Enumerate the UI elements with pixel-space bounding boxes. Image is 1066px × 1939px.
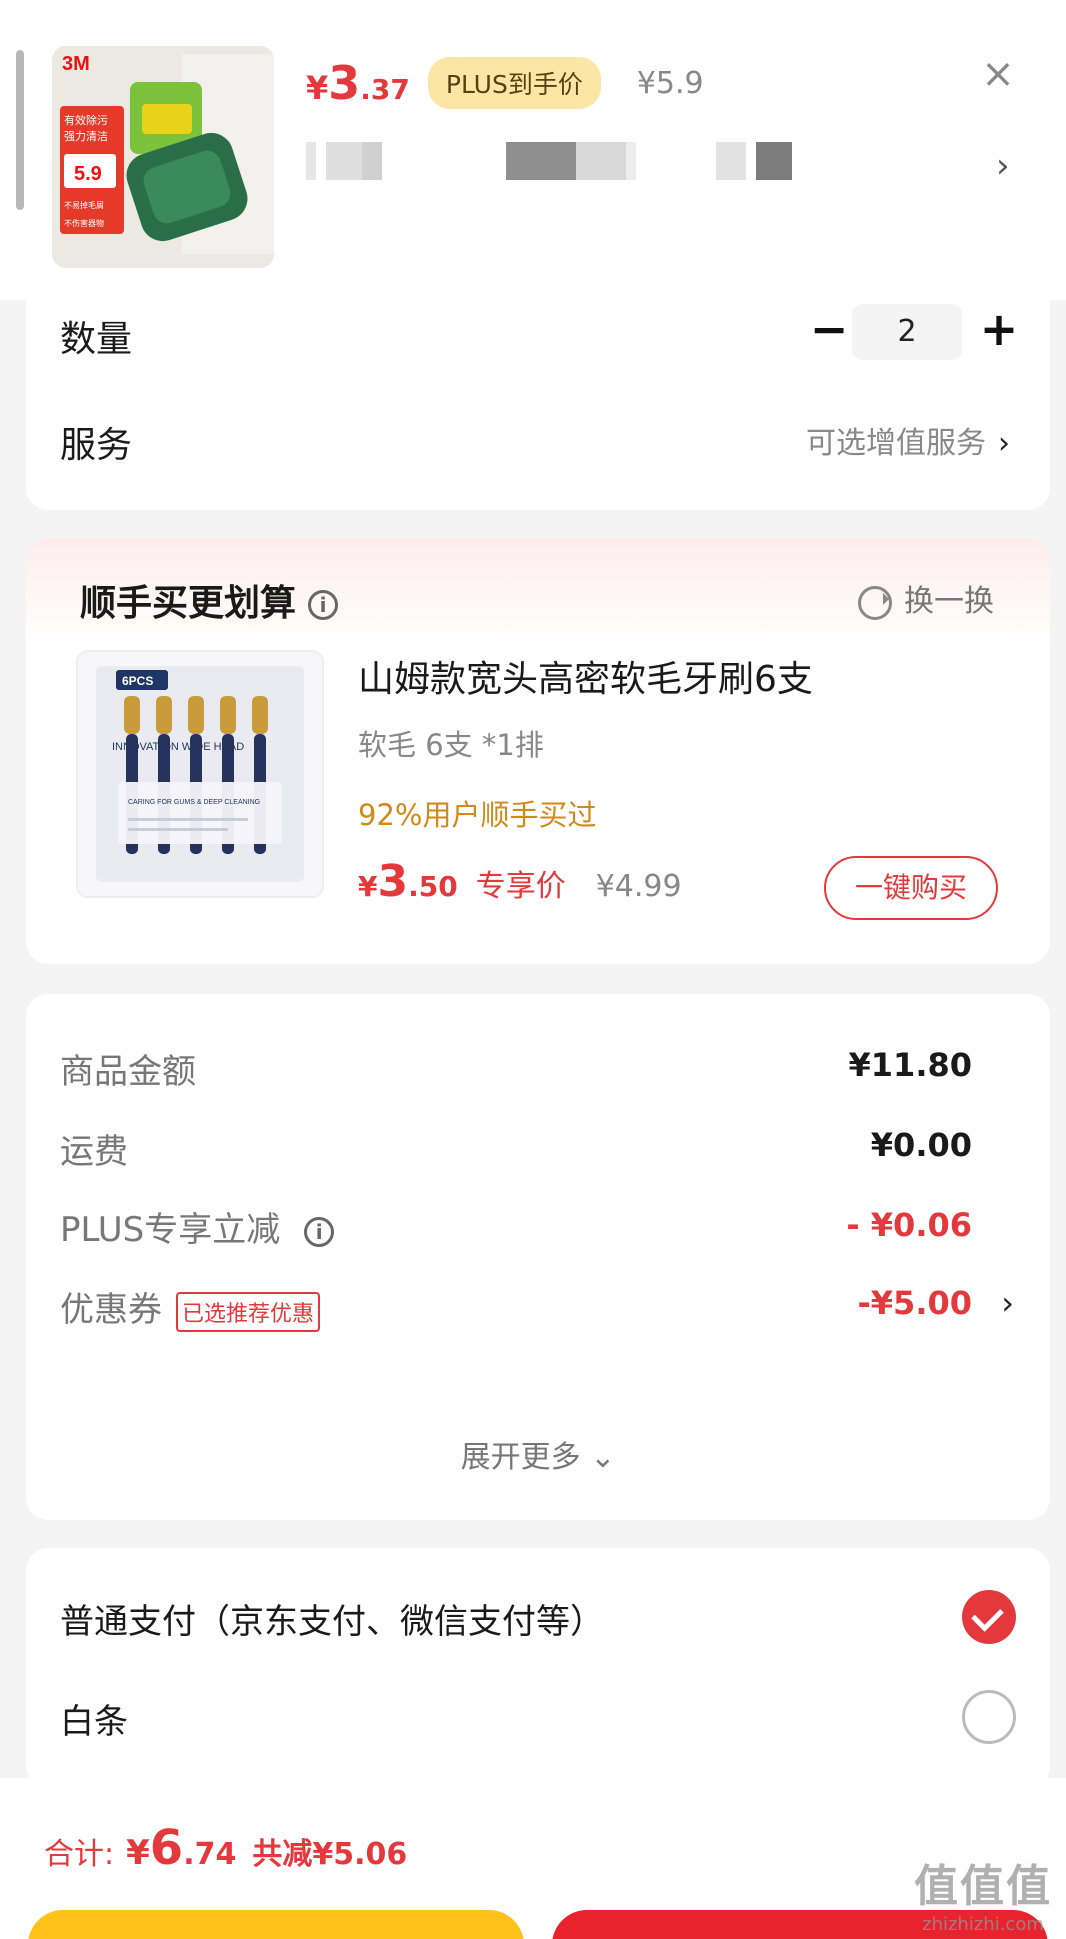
shipping-value: ¥0.00 [870,1126,972,1164]
payment-method-card: 普通支付（京东支付、微信支付等） 白条 [26,1548,1050,1788]
total-saved: 共减¥5.06 [252,1837,408,1872]
expand-more-button[interactable]: 展开更多 ⌄ [26,1432,1050,1476]
selected-spec-blurred[interactable] [306,142,846,184]
feature-1: 不易掉毛屑 [64,200,104,210]
chevron-right-icon: › [998,426,1010,461]
price-decimal: .50 [408,870,458,903]
scroll-indicator[interactable] [16,50,24,210]
exclusive-price-label: 专享价 [475,869,566,904]
quantity-minus-button[interactable]: − [802,302,856,356]
shipping-label: 运费 [60,1132,128,1172]
subtotal-value: ¥11.80 [848,1046,972,1084]
bundle-title: 顺手买更划算 i [80,574,339,626]
coupon-value[interactable]: -¥5.00 [858,1284,973,1322]
header-price: ¥ 3 .37 PLUS到手价 ¥5.9 [306,56,704,110]
toothbrush-thumbnail[interactable]: 6PCS INNOVATION WIDE HEAD CARING FOR GUM… [76,650,324,898]
radio-checked-icon[interactable] [962,1590,1016,1644]
price-symbol: ¥ [358,870,378,903]
pack-band-text: INNOVATION WIDE HEAD [112,741,244,753]
price-integer: 3 [377,856,409,907]
original-price: ¥4.99 [595,869,682,904]
radio-unchecked-icon[interactable] [962,1690,1016,1744]
coupon-text: 优惠券 [60,1290,162,1330]
product-image: 3M 有效除污 强力清洁 5.9 不易掉毛屑 不伤害器物 [52,46,274,268]
checkout-bar: 合计: ¥ 6 .74 共减¥5.06 值值值 zhizhizhi.com [0,1778,1066,1939]
bundle-item-popularity: 92%用户顺手买过 [358,798,597,832]
refresh-label: 换一换 [904,584,994,619]
service-label: 服务 [60,425,133,466]
original-price: ¥5.9 [636,65,704,101]
feature-2: 不伤害器物 [64,218,104,228]
bundle-title-text: 顺手买更划算 [80,583,297,624]
refresh-icon [858,585,892,620]
refresh-button[interactable]: 换一换 [858,576,994,620]
bundle-deal-card: 顺手买更划算 i 换一换 6PCS INNOVATION WIDE HEAD C… [26,538,1050,964]
price-summary-card: 商品金额 ¥11.80 运费 ¥0.00 PLUS专享立减 i - ¥0.06 优… [26,994,1050,1520]
brand-logo: 3M [62,53,90,75]
promo-line-1: 有效除污 [64,113,108,127]
quantity-input[interactable]: 2 [852,304,962,360]
watermark-logo: 值值值 [914,1861,1052,1912]
payment-option-baitiao[interactable]: 白条 [60,1694,128,1743]
order-total: 合计: ¥ 6 .74 共减¥5.06 [44,1820,407,1876]
pack-card-text: CARING FOR GUMS & DEEP CLEANING [128,799,260,806]
quantity-label: 数量 [60,319,133,360]
total-symbol: ¥ [126,1833,150,1873]
product-header: 3M 有效除污 强力清洁 5.9 不易掉毛屑 不伤害器物 ¥ 3 .37 PLU… [0,0,1066,300]
bundle-item-spec: 软毛 6支 *1排 [358,728,544,762]
coupon-label[interactable]: 优惠券 已选推荐优惠 [60,1282,321,1332]
plus-discount-label: PLUS专享立减 i [60,1202,335,1251]
service-option[interactable]: 可选增值服务 › [806,418,1010,462]
watermark: 值值值 zhizhizhi.com [914,1850,1052,1935]
one-click-buy-button[interactable]: 一键购买 [824,856,998,920]
promo-line-2: 强力清洁 [64,130,108,143]
coupon-recommended-tag: 已选推荐优惠 [176,1291,321,1332]
price-integer: 3 [328,56,361,110]
product-thumbnail[interactable]: 3M 有效除污 强力清洁 5.9 不易掉毛屑 不伤害器物 [52,46,274,268]
total-decimal: .74 [183,1837,237,1872]
close-icon[interactable]: × [976,52,1020,96]
quantity-plus-button[interactable]: + [972,302,1026,356]
service-hint-text: 可选增值服务 [806,426,986,461]
plus-discount-value: - ¥0.06 [846,1206,972,1244]
total-label: 合计: [44,1837,115,1872]
chevron-right-icon[interactable]: › [996,146,1010,186]
plus-discount-text: PLUS专享立减 [60,1210,281,1250]
chevron-right-icon[interactable]: › [1001,1284,1014,1322]
price-tag: 5.9 [74,163,102,185]
subtotal-label: 商品金额 [60,1052,196,1092]
payment-option-normal[interactable]: 普通支付（京东支付、微信支付等） [60,1594,604,1643]
price-symbol: ¥ [306,69,329,107]
watermark-url: zhizhizhi.com [922,1914,1044,1935]
plus-price-badge: PLUS到手价 [427,57,601,109]
bundle-item-price: ¥ 3 .50 专享价 ¥4.99 [358,856,682,907]
price-decimal: .37 [360,73,410,106]
info-icon[interactable]: i [308,590,339,620]
info-icon[interactable]: i [304,1216,335,1247]
bundle-item-name[interactable]: 山姆款宽头高密软毛牙刷6支 [358,650,813,702]
total-integer: 6 [149,1820,184,1876]
toothbrush-image: 6PCS INNOVATION WIDE HEAD CARING FOR GUM… [96,666,304,882]
pack-label: 6PCS [122,674,153,688]
quantity-service-card: 数量 − 2 + 服务 可选增值服务 › [26,290,1050,510]
secondary-action-button[interactable] [28,1910,524,1939]
